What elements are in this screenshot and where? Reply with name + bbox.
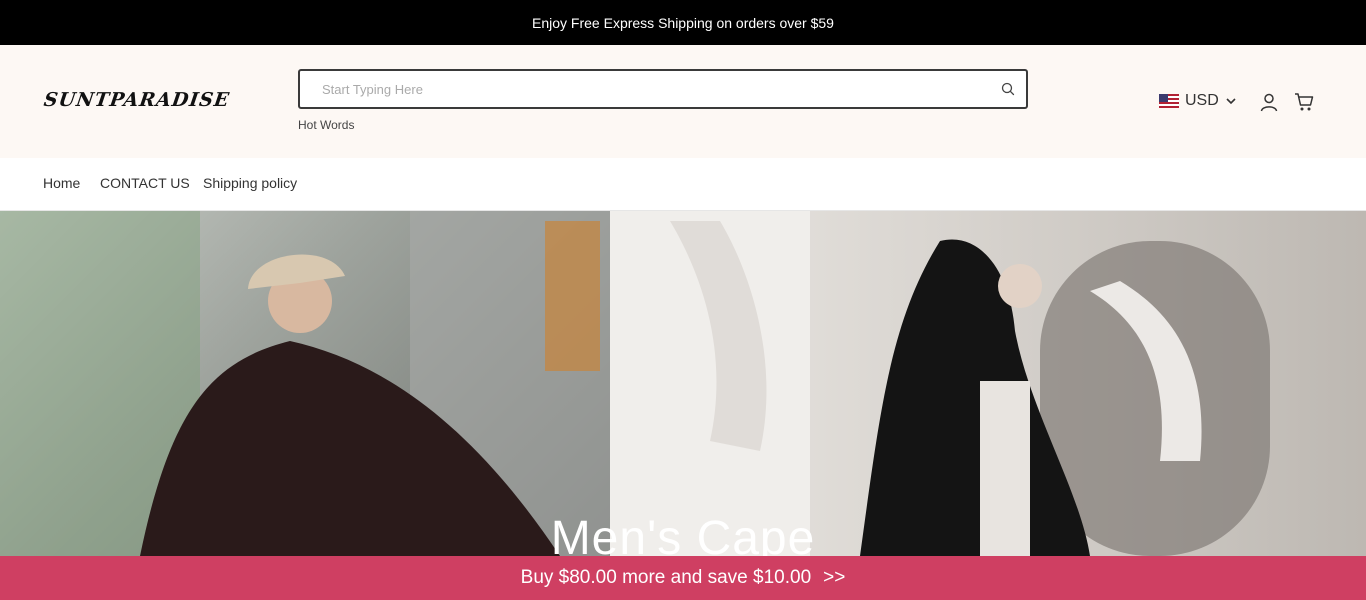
hero-banner[interactable]: Men's Cape xyxy=(0,211,1366,556)
brand-logo[interactable]: SUNTPARADISE xyxy=(42,89,231,111)
nav-item-shipping-policy[interactable]: Shipping policy xyxy=(203,175,297,191)
hero-photo-left xyxy=(0,211,610,556)
hero-image-left xyxy=(0,211,610,556)
promo-arrow: >> xyxy=(823,567,846,588)
currency-selector[interactable]: USD xyxy=(1159,92,1237,110)
user-icon[interactable] xyxy=(1259,92,1279,112)
nav-item-contact-us[interactable]: CONTACT US xyxy=(100,175,190,191)
cart-icon[interactable] xyxy=(1294,92,1314,112)
main-nav: Home CONTACT US Shipping policy xyxy=(0,158,1366,211)
search-icon[interactable] xyxy=(1000,81,1016,97)
hero-image-right xyxy=(610,211,1366,556)
promo-bar[interactable]: Buy $80.00 more and save $10.00 >> xyxy=(0,556,1366,600)
search-box xyxy=(298,69,1028,109)
hero-photo-right xyxy=(610,211,1270,556)
site-header: SUNTPARADISE Hot Words USD xyxy=(0,45,1366,158)
promo-text: Buy $80.00 more and save $10.00 xyxy=(520,567,812,588)
nav-item-home[interactable]: Home xyxy=(43,175,80,191)
hot-words-label: Hot Words xyxy=(298,118,355,132)
hero-title: Men's Cape xyxy=(550,512,816,556)
us-flag-icon xyxy=(1159,94,1179,108)
chevron-down-icon xyxy=(1226,98,1236,105)
announcement-bar: Enjoy Free Express Shipping on orders ov… xyxy=(0,0,1366,45)
announcement-text: Enjoy Free Express Shipping on orders ov… xyxy=(532,14,834,31)
search-input[interactable] xyxy=(300,71,1002,107)
currency-code: USD xyxy=(1185,92,1219,109)
